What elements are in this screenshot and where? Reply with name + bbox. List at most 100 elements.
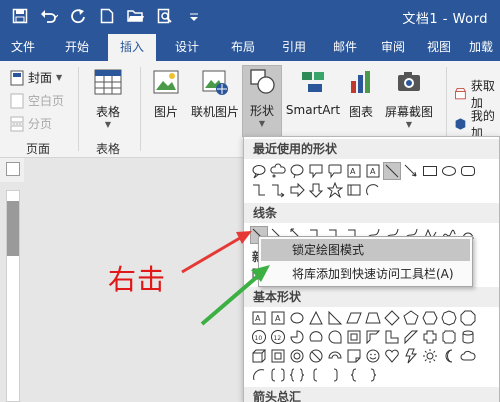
pie-shape[interactable] [288, 328, 306, 346]
hexagon-shape[interactable] [421, 309, 439, 327]
rect-callout-shape[interactable] [307, 162, 325, 180]
vertical-text-box-shape[interactable]: A [364, 162, 382, 180]
rounded-callout-shape[interactable] [326, 162, 344, 180]
add-gallery-to-qat-menu-item[interactable]: 将库添加到快速访问工具栏(A) [261, 263, 470, 285]
get-addins-button[interactable]: 获取加 [454, 77, 500, 111]
left-brace-shape[interactable] [345, 366, 363, 384]
undo-icon[interactable] [39, 6, 59, 26]
pentagon-shape[interactable] [402, 309, 420, 327]
folded-corner-shape[interactable] [345, 347, 363, 365]
right-bracket-shape[interactable] [326, 366, 344, 384]
arc-shape[interactable] [250, 366, 268, 384]
recent-shapes-row-1: A A [250, 162, 478, 180]
lightning-bolt-shape[interactable] [402, 347, 420, 365]
triangle-shape[interactable] [307, 309, 325, 327]
tab-view[interactable]: 视图 [416, 34, 462, 61]
line-shape-selected[interactable] [383, 162, 401, 180]
tab-home[interactable]: 开始 [46, 34, 108, 61]
moon-shape[interactable] [440, 347, 458, 365]
sun-shape[interactable] [421, 347, 439, 365]
right-arrow-shape[interactable] [288, 181, 306, 199]
donut-shape[interactable] [288, 347, 306, 365]
tab-file[interactable]: 文件 [0, 34, 46, 61]
tab-addins[interactable]: 加载 [462, 34, 500, 61]
no-symbol-shape[interactable] [307, 347, 325, 365]
block-arc-shape[interactable] [326, 347, 344, 365]
parallelogram-shape[interactable] [345, 309, 363, 327]
cross-shape[interactable] [421, 328, 439, 346]
oval-shape[interactable] [440, 162, 458, 180]
chart-button[interactable]: 图表 [344, 67, 378, 125]
heart-shape[interactable] [383, 347, 401, 365]
tab-insert[interactable]: 插入 [108, 34, 156, 61]
lines-header: 线条 [244, 203, 499, 223]
shapes-button[interactable]: 形状 ▼ [242, 65, 282, 137]
tab-stop-selector[interactable] [6, 162, 20, 176]
cloud-callout-shape[interactable] [269, 162, 287, 180]
screenshot-button[interactable]: 屏幕截图 ▼ [380, 67, 438, 137]
plaque-shape[interactable] [440, 328, 458, 346]
svg-text:10: 10 [255, 335, 263, 342]
teardrop-shape[interactable] [326, 328, 344, 346]
tab-references[interactable]: 引用 [268, 34, 320, 61]
diamond-shape[interactable] [383, 309, 401, 327]
block-arrows-header: 箭头总汇 [244, 387, 499, 402]
heptagon-shape[interactable] [440, 309, 458, 327]
tab-mailings[interactable]: 邮件 [320, 34, 370, 61]
tab-layout[interactable]: 布局 [218, 34, 268, 61]
speech-bubble-shape[interactable] [250, 162, 268, 180]
text-box-shape[interactable]: A [250, 309, 268, 327]
l-shape[interactable] [383, 328, 401, 346]
octagon-shape[interactable] [459, 309, 477, 327]
double-bracket-shape[interactable] [269, 366, 287, 384]
right-triangle-shape[interactable] [326, 309, 344, 327]
shapes-label: 形状 [249, 104, 274, 118]
online-picture-button[interactable]: 联机图片 [188, 67, 242, 125]
oval-callout-shape[interactable] [288, 162, 306, 180]
smiley-face-shape[interactable] [364, 347, 382, 365]
page-break-button[interactable]: 分页 [10, 115, 52, 132]
cover-page-button[interactable]: 封面 ▼ [10, 69, 62, 86]
right-brace-shape[interactable] [364, 366, 382, 384]
double-brace-shape[interactable] [288, 366, 306, 384]
arrow-line-shape[interactable] [402, 162, 420, 180]
lock-drawing-mode-menu-item[interactable]: 锁定绘图模式 [261, 239, 470, 261]
flowchart-shape[interactable] [345, 181, 363, 199]
rounded-rectangle-shape[interactable] [459, 162, 477, 180]
save-icon[interactable] [10, 6, 30, 26]
vertical-text-box-shape[interactable]: A [269, 309, 287, 327]
cube-shape[interactable] [250, 347, 268, 365]
left-bracket-shape[interactable] [307, 366, 325, 384]
redo-icon[interactable] [68, 6, 88, 26]
frame-shape[interactable] [345, 328, 363, 346]
picture-button[interactable]: 图片 [148, 67, 184, 125]
oval-shape[interactable] [288, 309, 306, 327]
elbow-connector-shape[interactable] [250, 181, 268, 199]
customize-qat-icon[interactable] [184, 6, 204, 26]
blank-page-icon [10, 93, 24, 108]
tab-review[interactable]: 审阅 [370, 34, 416, 61]
bevel-shape[interactable] [269, 347, 287, 365]
star-shape[interactable] [326, 181, 344, 199]
arc-shape[interactable] [364, 181, 382, 199]
rectangle-shape[interactable] [421, 162, 439, 180]
down-arrow-shape[interactable] [307, 181, 325, 199]
cloud-shape[interactable] [459, 347, 477, 365]
trapezoid-shape[interactable] [364, 309, 382, 327]
print-preview-icon[interactable] [155, 6, 175, 26]
online-picture-label: 联机图片 [190, 105, 239, 119]
elbow-arrow-connector-shape[interactable] [269, 181, 287, 199]
text-box-shape[interactable]: A [345, 162, 363, 180]
chord-shape[interactable] [307, 328, 325, 346]
table-button[interactable]: 表格 ▼ [86, 67, 130, 135]
diagonal-stripe-shape[interactable] [402, 328, 420, 346]
blank-page-button[interactable]: 空白页 [10, 92, 64, 109]
half-frame-shape[interactable] [364, 328, 382, 346]
tab-design[interactable]: 设计 [156, 34, 218, 61]
can-shape[interactable] [459, 328, 477, 346]
smartart-button[interactable]: SmartArt [284, 67, 342, 125]
open-folder-icon[interactable] [126, 6, 146, 26]
new-document-icon[interactable] [97, 6, 117, 26]
dodecagon-shape[interactable]: 12 [269, 328, 287, 346]
decagon-shape[interactable]: 10 [250, 328, 268, 346]
